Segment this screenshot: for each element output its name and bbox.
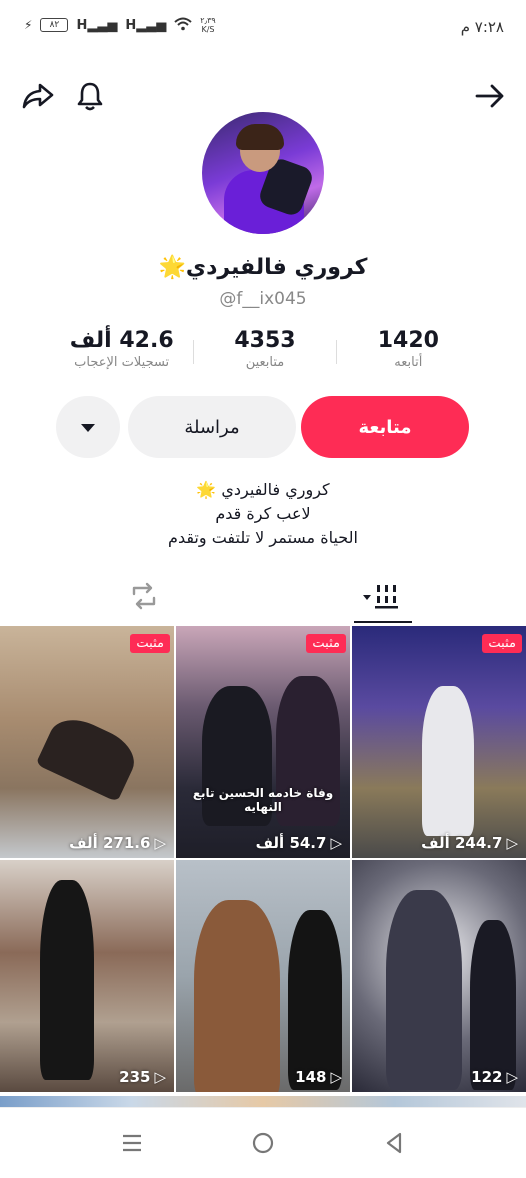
- status-time: ٧:٢٨ م: [460, 18, 504, 36]
- more-options-button[interactable]: [56, 396, 120, 458]
- view-count-value: 122: [471, 1068, 503, 1086]
- play-icon: ▷: [506, 1068, 518, 1086]
- signal-icon: H▂▃▅: [76, 17, 118, 33]
- view-count: ▷ 244.7 ألف: [421, 834, 518, 852]
- play-icon: ▷: [154, 1068, 166, 1086]
- likes-stat[interactable]: 42.6 ألف تسجيلات الإعجاب: [50, 328, 193, 378]
- thumbnail-figure: [470, 920, 516, 1090]
- tab-videos[interactable]: [354, 572, 412, 624]
- forward-arrow-icon[interactable]: [470, 76, 510, 116]
- grid-icon: [361, 582, 405, 614]
- bell-icon[interactable]: [70, 76, 110, 116]
- network-speed-value: ٢٫٣٩: [200, 16, 216, 25]
- bio: كروري فالفيردي 🌟 لاعب كرة قدم الحياة مست…: [0, 478, 526, 550]
- repost-icon: [129, 582, 159, 614]
- avatar[interactable]: [202, 112, 324, 234]
- following-stat[interactable]: 1420 أتابعه: [337, 328, 480, 378]
- pinned-badge: مثبت: [482, 634, 522, 653]
- bio-line: كروري فالفيردي 🌟: [196, 480, 330, 499]
- signal-icon: H▂▃▅: [125, 17, 167, 33]
- thumbnail-figure: [422, 686, 474, 836]
- play-icon: ▷: [330, 834, 342, 852]
- bio-line: لاعب كرة قدم: [215, 504, 311, 523]
- home-circle-icon[interactable]: [243, 1123, 283, 1163]
- thumbnail-figure: [386, 890, 462, 1090]
- followers-label: متابعين: [245, 355, 285, 370]
- signal-label-1: H: [76, 17, 88, 33]
- avatar-figure-hair: [236, 124, 284, 150]
- back-triangle-icon[interactable]: [374, 1123, 414, 1163]
- status-bar: ⚡ ٨٢ H▂▃▅ H▂▃▅ ٢٫٣٩ K/S ٧:٢٨ م: [0, 0, 526, 56]
- username-handle: @f__ix045: [219, 289, 307, 309]
- menu-icon[interactable]: [112, 1123, 152, 1163]
- play-icon: ▷: [506, 834, 518, 852]
- caret-down-icon: [80, 418, 96, 437]
- video-caption: وفاة خادمه الحسين تابع النهايه: [192, 786, 334, 814]
- play-icon: ▷: [330, 1068, 342, 1086]
- stat-divider: [336, 340, 337, 364]
- network-speed-unit: K/S: [201, 25, 215, 34]
- stats-row: 42.6 ألف تسجيلات الإعجاب 4353 متابعين 14…: [50, 328, 480, 378]
- content-tabs: [0, 572, 526, 624]
- display-name: كروري فالفيردي🌟: [158, 255, 368, 280]
- likes-count: 42.6 ألف: [69, 328, 174, 353]
- active-tab-indicator: [354, 621, 412, 623]
- play-icon: ▷: [154, 834, 166, 852]
- view-count: ▷ 235: [119, 1068, 166, 1086]
- video-thumbnail[interactable]: ▷ 148: [176, 860, 350, 1092]
- top-bar: [0, 76, 526, 116]
- following-label: أتابعه: [394, 355, 423, 370]
- video-thumbnail[interactable]: ▷ 122: [352, 860, 526, 1092]
- video-thumbnail[interactable]: مثبت ▷ 244.7 ألف: [352, 626, 526, 858]
- view-count: ▷ 148: [295, 1068, 342, 1086]
- video-thumbnail[interactable]: وفاة خادمه الحسين تابع النهايه مثبت ▷ 54.…: [176, 626, 350, 858]
- followers-count: 4353: [234, 328, 296, 353]
- share-icon[interactable]: [18, 76, 58, 116]
- status-left: ⚡ ٨٢ H▂▃▅ H▂▃▅ ٢٫٣٩ K/S: [24, 16, 216, 34]
- video-grid: مثبت ▷ 271.6 ألف وفاة خادمه الحسين تابع ا…: [0, 626, 526, 1092]
- thumbnail-figure: [40, 880, 94, 1080]
- follow-button[interactable]: متابعة: [301, 396, 469, 458]
- view-count-value: 148: [295, 1068, 327, 1086]
- video-thumbnail[interactable]: مثبت ▷ 271.6 ألف: [0, 626, 174, 858]
- following-count: 1420: [377, 328, 439, 353]
- network-speed: ٢٫٣٩ K/S: [200, 16, 216, 34]
- view-count: ▷ 54.7 ألف: [256, 834, 342, 852]
- signal-label-2: H: [125, 17, 137, 33]
- view-count: ▷ 122: [471, 1068, 518, 1086]
- pinned-badge: مثبت: [130, 634, 170, 653]
- message-button[interactable]: مراسلة: [128, 396, 296, 458]
- pinned-badge: مثبت: [306, 634, 346, 653]
- thumbnail-figure: [288, 910, 342, 1090]
- charging-icon: ⚡: [24, 18, 33, 32]
- view-count-value: 54.7 ألف: [255, 834, 327, 852]
- thumbnail-figure: [194, 900, 280, 1092]
- bio-line: الحياة مستمر لا تلتفت وتقدم: [168, 528, 358, 547]
- stat-divider: [193, 340, 194, 364]
- followers-stat[interactable]: 4353 متابعين: [193, 328, 336, 378]
- view-count-value: 244.7 ألف: [421, 834, 503, 852]
- video-thumbnail[interactable]: ▷ 235: [0, 860, 174, 1092]
- likes-label: تسجيلات الإعجاب: [74, 355, 170, 370]
- view-count-value: 271.6 ألف: [69, 834, 151, 852]
- battery-icon: ٨٢: [40, 18, 69, 32]
- tab-reposts[interactable]: [122, 572, 166, 624]
- view-count: ▷ 271.6 ألف: [69, 834, 166, 852]
- view-count-value: 235: [119, 1068, 151, 1086]
- thumbnail-figure: [35, 709, 143, 803]
- wifi-icon: [174, 17, 192, 34]
- system-nav-bar: [0, 1107, 526, 1178]
